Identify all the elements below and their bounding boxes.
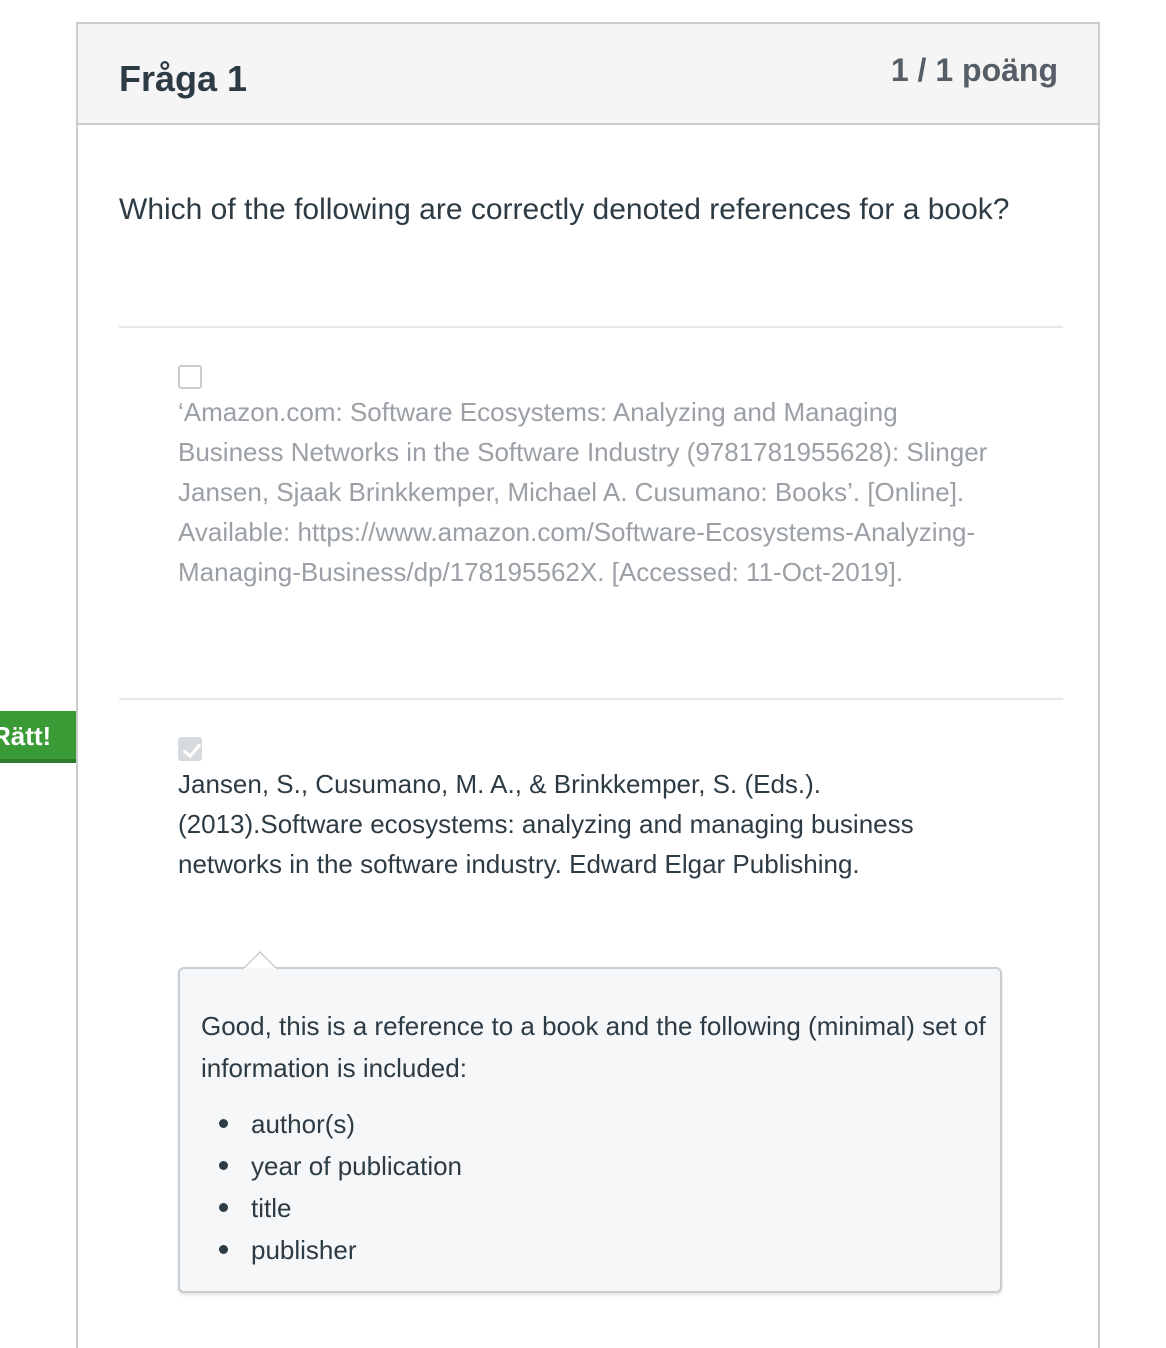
bullet-icon <box>219 1119 228 1128</box>
bullet-icon <box>219 1161 228 1170</box>
bullet-icon <box>219 1203 228 1212</box>
answer-text-1: ‘Amazon.com: Software Ecosystems: Analyz… <box>178 397 988 587</box>
comment-list: author(s) year of publication title publ… <box>201 1103 462 1271</box>
answer-text-2: Jansen, S., Cusumano, M. A., & Brinkkemp… <box>178 769 914 879</box>
answer-divider <box>119 326 1063 328</box>
question-text: Which of the following are correctly den… <box>119 193 1010 226</box>
list-item-label: year of publication <box>251 1151 463 1181</box>
list-item-label: author(s) <box>251 1109 356 1139</box>
question-card: Fråga 1 1 / 1 poäng Which of the followi… <box>76 22 1100 1348</box>
list-item: publisher <box>201 1229 462 1271</box>
list-item-label: publisher <box>251 1235 357 1265</box>
bullet-icon <box>219 1245 228 1254</box>
list-item-label: title <box>251 1193 292 1223</box>
list-item: author(s) <box>201 1103 462 1145</box>
question-header: Fråga 1 1 / 1 poäng <box>78 24 1098 125</box>
answer-divider <box>119 698 1063 700</box>
comment-pointer <box>242 950 278 970</box>
answer-checkbox-1[interactable] <box>178 365 202 389</box>
checkmark-icon <box>182 738 202 759</box>
answer-checkbox-2[interactable] <box>178 737 202 761</box>
quiz-page: Rätt! Fråga 1 1 / 1 poäng Which of the f… <box>0 0 1166 1348</box>
question-points: 1 / 1 poäng <box>890 52 1058 88</box>
question-title: Fråga 1 <box>119 58 248 99</box>
answer-comment: Good, this is a reference to a book and … <box>178 950 1002 1293</box>
correct-flag-label: Rätt! <box>0 721 52 751</box>
list-item: year of publication <box>201 1145 462 1187</box>
list-item: title <box>201 1187 462 1229</box>
comment-text: Good, this is a reference to a book and … <box>201 1011 986 1083</box>
